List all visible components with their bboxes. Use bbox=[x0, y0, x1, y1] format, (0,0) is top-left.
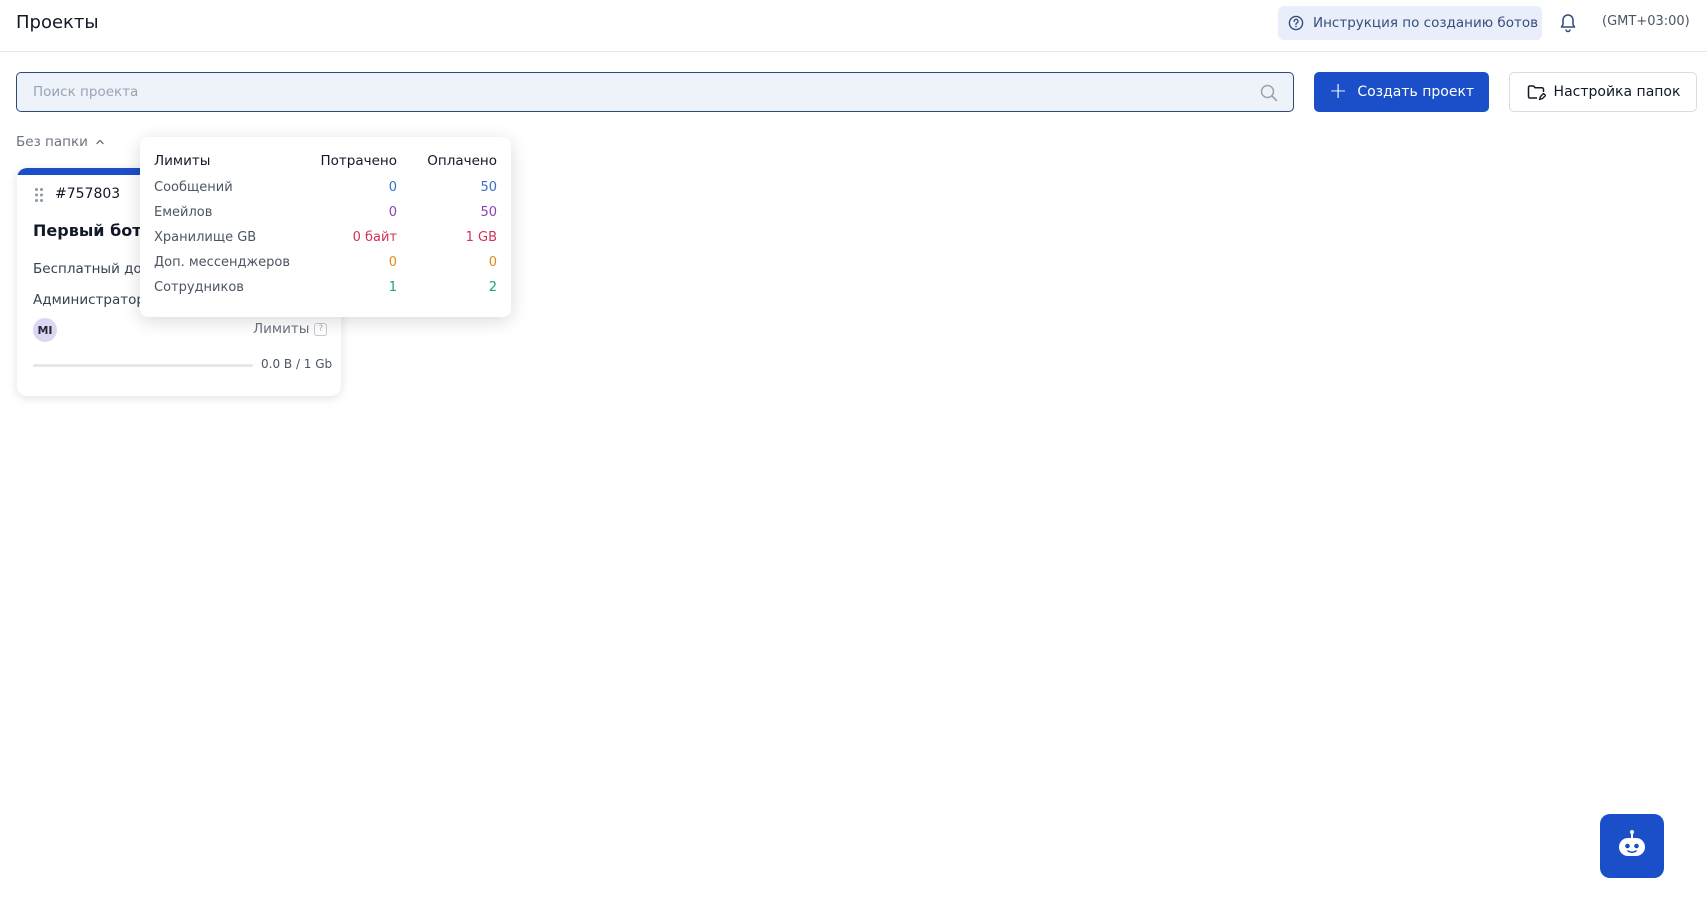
project-name[interactable]: Первый бот bbox=[33, 221, 142, 240]
limit-row-paid: 0 bbox=[488, 255, 497, 270]
limit-row-label: Хранилище GB bbox=[154, 230, 257, 245]
limit-row-spent: 0 байт bbox=[352, 230, 397, 245]
search-input[interactable] bbox=[17, 73, 1293, 111]
limit-row-spent: 0 bbox=[388, 180, 397, 195]
limits-tooltip: Лимиты Потрачено Оплачено Сообщений 0 50… bbox=[140, 137, 511, 317]
chevron-up-icon bbox=[94, 136, 106, 148]
help-square-icon: ? bbox=[314, 322, 328, 336]
limit-row-paid: 50 bbox=[480, 205, 497, 220]
question-circle-icon bbox=[1288, 15, 1304, 31]
storage-usage: 0.0 B / 1 Gb bbox=[261, 357, 333, 371]
spent-column-header: Потрачено bbox=[320, 153, 398, 169]
limits-link[interactable]: Лимиты ? bbox=[253, 321, 328, 337]
paid-column-header: Оплачено bbox=[427, 153, 497, 169]
bot-instructions-button[interactable]: Инструкция по созданию ботов bbox=[1278, 6, 1542, 40]
create-project-button[interactable]: + Создать проект bbox=[1314, 72, 1489, 112]
bell-icon[interactable] bbox=[1558, 12, 1578, 34]
create-project-label: Создать проект bbox=[1357, 84, 1475, 100]
top-bar: Проекты Инструкция по созданию ботов (GM… bbox=[0, 0, 1707, 52]
bot-instructions-label: Инструкция по созданию ботов bbox=[1313, 15, 1539, 31]
project-search[interactable] bbox=[16, 72, 1294, 112]
limit-row-spent: 1 bbox=[388, 280, 397, 295]
limit-row-spent: 0 bbox=[388, 205, 397, 220]
search-icon[interactable] bbox=[1259, 83, 1279, 103]
limit-row-paid: 2 bbox=[488, 280, 497, 295]
limits-label: Лимиты bbox=[253, 321, 310, 337]
page-title: Проекты bbox=[16, 12, 99, 33]
chat-bot-icon bbox=[1616, 829, 1648, 863]
limit-row-spent: 0 bbox=[388, 255, 397, 270]
limit-row-label: Сотрудников bbox=[154, 280, 244, 295]
plus-icon: + bbox=[1328, 79, 1348, 104]
project-id: #757803 bbox=[55, 186, 121, 202]
avatar: MI bbox=[33, 318, 57, 342]
limit-row-label: Доп. мессенджеров bbox=[154, 255, 291, 270]
folder-settings-icon bbox=[1526, 82, 1546, 102]
limits-column-header: Лимиты bbox=[154, 153, 211, 169]
storage-progress bbox=[33, 364, 253, 367]
limit-row-label: Емейлов bbox=[154, 205, 213, 220]
limit-row-paid: 1 GB bbox=[465, 230, 497, 245]
drag-handle-icon[interactable] bbox=[34, 187, 44, 203]
folder-group-toggle[interactable]: Без папки bbox=[16, 134, 106, 150]
folder-settings-button[interactable]: Настройка папок bbox=[1509, 72, 1697, 112]
chat-bot-button[interactable] bbox=[1600, 814, 1664, 878]
project-role: Администратор bbox=[33, 292, 145, 308]
limit-row-label: Сообщений bbox=[154, 180, 233, 195]
timezone-label[interactable]: (GMT+03:00) bbox=[1602, 14, 1690, 29]
folder-settings-label: Настройка папок bbox=[1553, 84, 1681, 100]
limit-row-paid: 50 bbox=[480, 180, 497, 195]
project-plan: Бесплатный до 1 bbox=[33, 261, 155, 277]
folder-group-label: Без папки bbox=[16, 134, 88, 150]
